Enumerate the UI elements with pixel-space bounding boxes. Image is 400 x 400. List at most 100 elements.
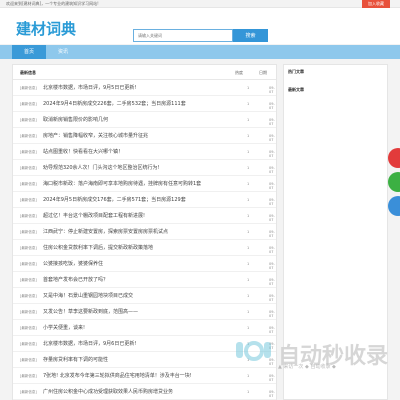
list-item-category: [最新信息]: [20, 214, 37, 218]
list-item-title[interactable]: 又发公告！草李这要新政到底，范围高——: [43, 308, 138, 315]
list-item[interactable]: [最新信息] 劝导规范320余人次！门头沟这个地区整治区统行为! 1 09-07: [13, 161, 276, 176]
list-header: 最新信息 热度 日期: [13, 65, 276, 80]
list-item-title[interactable]: 公婆接孩吃饭，婆婆保养住: [43, 260, 103, 267]
list-item-date: 09-07: [269, 326, 275, 334]
list-item-category: [最新信息]: [20, 166, 37, 170]
list-item-click-count: 1: [247, 294, 250, 298]
click-column-header: 热度: [235, 70, 243, 75]
list-item-category: [最新信息]: [20, 374, 37, 378]
list-item-title[interactable]: 超过亿！丰台这个棚改项目配套工程有新进展!: [43, 212, 145, 219]
list-item-category: [最新信息]: [20, 246, 37, 250]
welcome-text: 欢迎来到[建材词典]，一个专业的建筑知识学习网站!: [6, 1, 99, 6]
site-logo[interactable]: 建材词典: [16, 18, 76, 39]
list-item[interactable]: [最新信息] 2024年9月5日新房成交176套，二手房571套；当日房源129套…: [13, 193, 276, 208]
list-item-category: [最新信息]: [20, 326, 37, 330]
list-item-click-count: 1: [247, 150, 250, 154]
list-item-category: [最新信息]: [20, 294, 37, 298]
list-item-title[interactable]: 存量房贷利率有下调的可能性: [43, 356, 108, 363]
list-item-title[interactable]: 取消新房销售限价的影响几何: [43, 116, 108, 123]
list-item-title[interactable]: 7张地! 北京发布今年第三轮拟供商品住宅用地清单！涉及丰台一块!: [43, 372, 192, 379]
list-item-category: [最新信息]: [20, 198, 37, 202]
list-item[interactable]: [最新信息] 海口税市新政：落户海南即可享本地购房待遇，挂牌房有任意可购转1套 1 0…: [13, 177, 276, 192]
list-item-title[interactable]: 广州住房公积金中心成功受理获取效果人民币购房增贷业务: [43, 388, 173, 395]
list-item-click-count: 1: [247, 166, 250, 170]
list-item[interactable]: [最新信息] 房地产：销售降幅收窄，关注核心城市量升征兆 1 09-07: [13, 129, 276, 144]
latest-articles-title: 最新文章: [288, 87, 304, 92]
list-item-category: [最新信息]: [20, 150, 37, 154]
float-qq-button[interactable]: [388, 196, 400, 216]
list-item-date: 09-07: [269, 310, 275, 318]
list-item-category: [最新信息]: [20, 86, 37, 90]
list-item-category: [最新信息]: [20, 182, 37, 186]
float-wechat-button[interactable]: [388, 172, 400, 192]
list-item[interactable]: [最新信息] 北京楼市数据，市场日评，9月5日已更新! 1 09-07: [13, 81, 276, 96]
list-item[interactable]: [最新信息] 又是中海！石景山重钢园地块项目已成交 1 09-07: [13, 289, 276, 304]
list-item-click-count: 1: [247, 390, 250, 394]
list-item-category: [最新信息]: [20, 278, 37, 282]
list-item[interactable]: [最新信息] 公婆接孩吃饭，婆婆保养住 1 09-07: [13, 257, 276, 272]
top-bar: 欢迎来到[建材词典]，一个专业的建筑知识学习网站! 加入收藏: [0, 0, 400, 8]
list-item-click-count: 1: [247, 118, 250, 122]
list-item-click-count: 1: [247, 278, 250, 282]
list-item-category: [最新信息]: [20, 230, 37, 234]
list-item-date: 09-07: [269, 214, 275, 222]
nav-item-home[interactable]: 首页: [12, 45, 46, 59]
list-item-date: 09-07: [269, 278, 275, 286]
list-item-title[interactable]: 海口税市新政：落户海南即可享本地购房待遇，挂牌房有任意可购转1套: [43, 180, 201, 187]
list-item[interactable]: [最新信息] 超过亿！丰台这个棚改项目配套工程有新进展! 1 09-07: [13, 209, 276, 224]
list-item-category: [最新信息]: [20, 358, 37, 362]
list-item-date: 09-07: [269, 182, 275, 190]
list-item-title[interactable]: 2024年9月4日新房成交226套，二手房532套；当日房源111套: [43, 100, 186, 107]
list-item[interactable]: [最新信息] 小学关便重，谈来! 1 09-07: [13, 321, 276, 336]
list-item-title[interactable]: 北京楼市数据，市场日评，9月6日已更新!: [43, 340, 136, 347]
list-item[interactable]: [最新信息] 取消新房销售限价的影响几何 1 09-07: [13, 113, 276, 128]
list-item-title[interactable]: 房地产：销售降幅收窄，关注核心城市量升征兆: [43, 132, 148, 139]
list-item[interactable]: [最新信息] 7张地! 北京发布今年第三轮拟供商品住宅用地清单！涉及丰台一块! 1 0…: [13, 369, 276, 384]
float-share-button[interactable]: [388, 148, 400, 168]
list-item-date: 09-07: [269, 390, 275, 398]
list-item[interactable]: [最新信息] 江西武宁：停止新建安置房，探索房票安置房房票机试点 1 09-07: [13, 225, 276, 240]
list-item-title[interactable]: 江西武宁：停止新建安置房，探索房票安置房房票机试点: [43, 228, 168, 235]
list-item-date: 09-07: [269, 230, 275, 238]
header: 建材词典 搜索: [0, 8, 400, 44]
list-item-category: [最新信息]: [20, 342, 37, 346]
list-item-title[interactable]: 站点图重收！快看看在大兴哪个镇！: [43, 148, 123, 155]
list-item-click-count: 1: [247, 246, 250, 250]
list-item-category: [最新信息]: [20, 262, 37, 266]
list-item-category: [最新信息]: [20, 134, 37, 138]
list-item-category: [最新信息]: [20, 310, 37, 314]
list-item-click-count: 1: [247, 262, 250, 266]
list-item[interactable]: [最新信息] 首套地产发布会已开放了吗？ 1 09-07: [13, 273, 276, 288]
list-item-title[interactable]: 劝导规范320余人次！门头沟这个地区整治区统行为!: [43, 164, 160, 171]
list-title: 最新信息: [20, 70, 36, 75]
list-item-title[interactable]: 2024年9月5日新房成交176套，二手房571套；当日房源129套: [43, 196, 186, 203]
main-nav: 首页 资讯: [0, 45, 400, 59]
list-item-click-count: 1: [247, 86, 250, 90]
list-item-title[interactable]: 小学关便重，谈来!: [43, 324, 85, 331]
list-item[interactable]: [最新信息] 2024年9月4日新房成交226套，二手房532套；当日房源111套…: [13, 97, 276, 112]
list-item-title[interactable]: 首套地产发布会已开放了吗？: [43, 276, 108, 283]
list-item-date: 09-07: [269, 86, 275, 94]
list-item-title[interactable]: 又是中海！石景山重钢园地块项目已成交: [43, 292, 133, 299]
list-item-date: 09-07: [269, 198, 275, 206]
list-item-click-count: 1: [247, 310, 250, 314]
list-item-click-count: 1: [247, 182, 250, 186]
list-item-category: [最新信息]: [20, 118, 37, 122]
watermark-subtext: ▲ 来访一次 ◆ 自动收录 ◆: [278, 364, 336, 370]
list-item-date: 09-07: [269, 374, 275, 382]
list-item-click-count: 1: [247, 374, 250, 378]
list-item-click-count: 1: [247, 102, 250, 106]
nav-item-news[interactable]: 资讯: [46, 45, 80, 59]
list-item-title[interactable]: 住房公积金贷款利率下调后，提交新政新政策落地: [43, 244, 153, 251]
list-item[interactable]: [最新信息] 站点图重收！快看看在大兴哪个镇！ 1 09-07: [13, 145, 276, 160]
list-item-date: 09-07: [269, 134, 275, 142]
add-favorite-button[interactable]: 加入收藏: [362, 0, 390, 8]
list-item[interactable]: [最新信息] 又发公告！草李这要新政到底，范围高—— 1 09-07: [13, 305, 276, 320]
list-item-title[interactable]: 北京楼市数据，市场日评，9月5日已更新!: [43, 84, 136, 91]
list-item[interactable]: [最新信息] 广州住房公积金中心成功受理获取效果人民币购房增贷业务 1 09-07: [13, 385, 276, 400]
list-item[interactable]: [最新信息] 住房公积金贷款利率下调后，提交新政新政策落地 1 09-07: [13, 241, 276, 256]
search-button[interactable]: 搜索: [233, 29, 268, 42]
list-item-click-count: 1: [247, 214, 250, 218]
list-item-date: 09-07: [269, 150, 275, 158]
search-input[interactable]: [133, 29, 233, 42]
